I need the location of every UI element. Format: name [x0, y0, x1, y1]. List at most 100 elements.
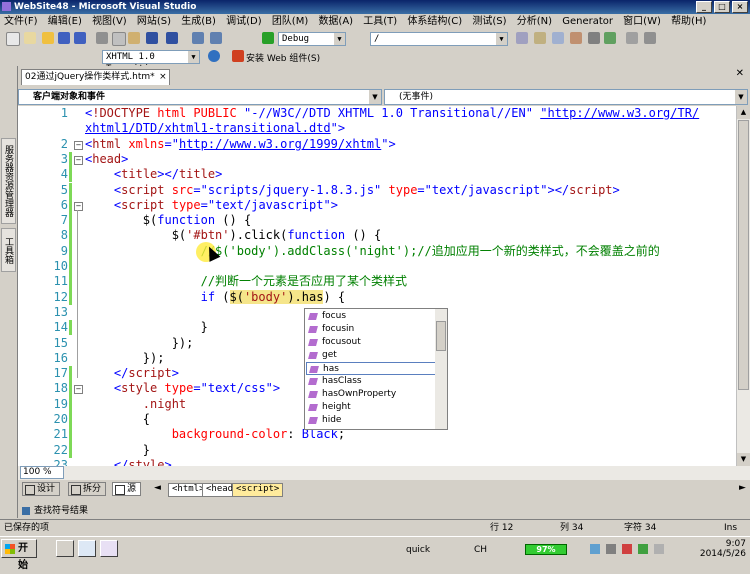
code-line[interactable]: xhtml1/DTD/xhtml1-transitional.dtd"> — [85, 121, 736, 136]
visual-studio-taskbar-icon[interactable] — [100, 540, 118, 557]
intellisense-item-get[interactable]: get — [306, 349, 436, 362]
scrollbar-thumb[interactable] — [436, 321, 446, 351]
menu-tools[interactable]: 工具(T) — [363, 16, 397, 27]
quick-launch-label[interactable]: quick — [406, 545, 430, 555]
intellisense-scrollbar[interactable] — [435, 309, 447, 429]
start-debugging-icon[interactable] — [262, 32, 274, 44]
intellisense-item-focus[interactable]: focus — [306, 310, 436, 323]
menu-window[interactable]: 窗口(W) — [623, 16, 661, 27]
show-desktop-icon[interactable] — [56, 540, 74, 557]
maximize-button[interactable]: □ — [714, 1, 730, 13]
power-icon[interactable] — [638, 544, 648, 554]
toolbox-icon[interactable] — [588, 32, 600, 44]
code-line[interactable]: } — [85, 443, 736, 458]
menu-architecture[interactable]: 体系结构(C) — [407, 16, 462, 27]
network-icon[interactable] — [590, 544, 600, 554]
code-line[interactable]: //$('body').addClass('night');//追加应用一个新的… — [85, 244, 736, 259]
scroll-up-icon[interactable]: ▲ — [737, 106, 750, 119]
paste-icon[interactable] — [128, 32, 140, 44]
nav-forward-icon[interactable]: ► — [739, 483, 746, 493]
menu-website[interactable]: 网站(S) — [137, 16, 171, 27]
vertical-scrollbar[interactable]: ▲ ▼ — [736, 106, 750, 466]
install-web-components-button[interactable]: 安装 Web 组件(S) — [246, 51, 320, 64]
minimize-button[interactable]: _ — [696, 1, 712, 13]
doctype-combo[interactable]: XHTML 1.0 Transitio▼ — [102, 50, 200, 74]
toolbar-options-icon[interactable] — [644, 32, 656, 44]
new-project-icon[interactable] — [6, 32, 20, 46]
code-line[interactable]: <script src="scripts/jquery-1.8.3.js" ty… — [85, 183, 736, 198]
find-symbol-results-tab[interactable]: 查找符号结果 — [18, 504, 118, 519]
scrollbar-thumb[interactable] — [738, 120, 749, 390]
validation-icon[interactable] — [208, 50, 220, 62]
menu-generator[interactable]: Generator — [562, 16, 613, 27]
ime-indicator[interactable]: CH — [474, 545, 487, 555]
intellisense-item-focusin[interactable]: focusin — [306, 323, 436, 336]
save-icon[interactable] — [58, 32, 70, 44]
menu-team[interactable]: 团队(M) — [272, 16, 308, 27]
menu-edit[interactable]: 编辑(E) — [48, 16, 82, 27]
tray-app-icon[interactable] — [654, 544, 664, 554]
intellisense-item-hasclass[interactable]: hasClass — [306, 375, 436, 388]
install-web-components-icon[interactable] — [232, 50, 244, 62]
collapse-icon[interactable]: − — [74, 201, 83, 211]
code-line[interactable]: $('#btn').click(function () { — [85, 228, 736, 243]
find-in-files-icon[interactable] — [516, 32, 528, 44]
code-line[interactable]: <html xmlns="http://www.w3.org/1999/xhtm… — [85, 137, 736, 152]
collapse-icon[interactable]: − — [74, 385, 83, 395]
explorer-taskbar-icon[interactable] — [78, 540, 96, 557]
extension-manager-icon[interactable] — [626, 32, 638, 44]
nav-back-icon[interactable]: ◄ — [154, 483, 161, 493]
object-browser-icon[interactable] — [570, 32, 582, 44]
properties-icon[interactable] — [552, 32, 564, 44]
toolbox-tab[interactable]: 工具箱 — [1, 228, 16, 272]
start-page-icon[interactable] — [604, 32, 616, 44]
zoom-combo[interactable]: 100 % — [20, 466, 64, 479]
close-document-icon[interactable]: ✕ — [736, 68, 744, 79]
intellisense-item-height[interactable]: height — [306, 401, 436, 414]
code-line[interactable]: //判断一个元素是否应用了某个类样式 — [85, 274, 736, 289]
menu-analyze[interactable]: 分析(N) — [517, 16, 552, 27]
save-all-icon[interactable] — [74, 32, 86, 44]
flag-icon[interactable] — [622, 544, 632, 554]
code-line[interactable]: <head> — [85, 152, 736, 167]
document-tab[interactable]: 02通过jQuery操作类样式.htm* × — [21, 69, 170, 85]
code-line[interactable]: <script type="text/javascript"> — [85, 198, 736, 213]
close-button[interactable]: × — [732, 1, 748, 13]
events-combo[interactable]: (无事件) ▼ — [384, 89, 748, 105]
battery-indicator[interactable]: 97% — [525, 544, 567, 555]
close-tab-icon[interactable]: × — [159, 70, 167, 84]
solution-config-combo[interactable]: Debug ▼ — [278, 32, 346, 46]
find-combo[interactable]: / ▼ — [370, 32, 508, 46]
menu-build[interactable]: 生成(B) — [181, 16, 216, 27]
intellisense-item-hide[interactable]: hide — [306, 414, 436, 427]
start-button[interactable]: 开始 — [1, 539, 37, 571]
server-explorer-tab[interactable]: 服务器资源管理器 — [1, 138, 16, 224]
menu-test[interactable]: 测试(S) — [472, 16, 506, 27]
code-line[interactable]: $(function () { — [85, 213, 736, 228]
volume-icon[interactable] — [606, 544, 616, 554]
scroll-down-icon[interactable]: ▼ — [737, 453, 750, 466]
menu-view[interactable]: 视图(V) — [92, 16, 127, 27]
menu-help[interactable]: 帮助(H) — [671, 16, 706, 27]
horizontal-scrollbar[interactable]: 100 % — [18, 466, 750, 480]
add-item-icon[interactable] — [24, 32, 36, 44]
menu-data[interactable]: 数据(A) — [318, 16, 353, 27]
taskbar-clock[interactable]: 9:07 2014/5/26 — [700, 539, 746, 559]
copy-icon[interactable] — [112, 32, 126, 46]
code-line[interactable]: <!DOCTYPE html PUBLIC "-//W3C//DTD XHTML… — [85, 106, 736, 121]
intellisense-item-has[interactable]: has — [306, 362, 436, 375]
redo-icon[interactable] — [166, 32, 178, 44]
collapse-icon[interactable]: − — [74, 140, 83, 150]
source-view-tab[interactable]: 源 — [112, 482, 142, 496]
undo-icon[interactable] — [146, 32, 158, 44]
open-folder-icon[interactable] — [42, 32, 54, 44]
intellisense-item-hasownproperty[interactable]: hasOwnProperty — [306, 388, 436, 401]
breadcrumb-script[interactable]: <script> — [232, 483, 284, 497]
code-line[interactable]: if ($('body').has) { — [85, 289, 736, 305]
cut-icon[interactable] — [96, 32, 108, 44]
navigate-forward-icon[interactable] — [210, 32, 222, 44]
menu-debug[interactable]: 调试(D) — [226, 16, 262, 27]
design-view-tab[interactable]: 设计 — [22, 482, 61, 496]
window-title-bar[interactable]: WebSite48 - Microsoft Visual Studio _ □ … — [0, 0, 750, 14]
navigate-back-icon[interactable] — [192, 32, 204, 44]
